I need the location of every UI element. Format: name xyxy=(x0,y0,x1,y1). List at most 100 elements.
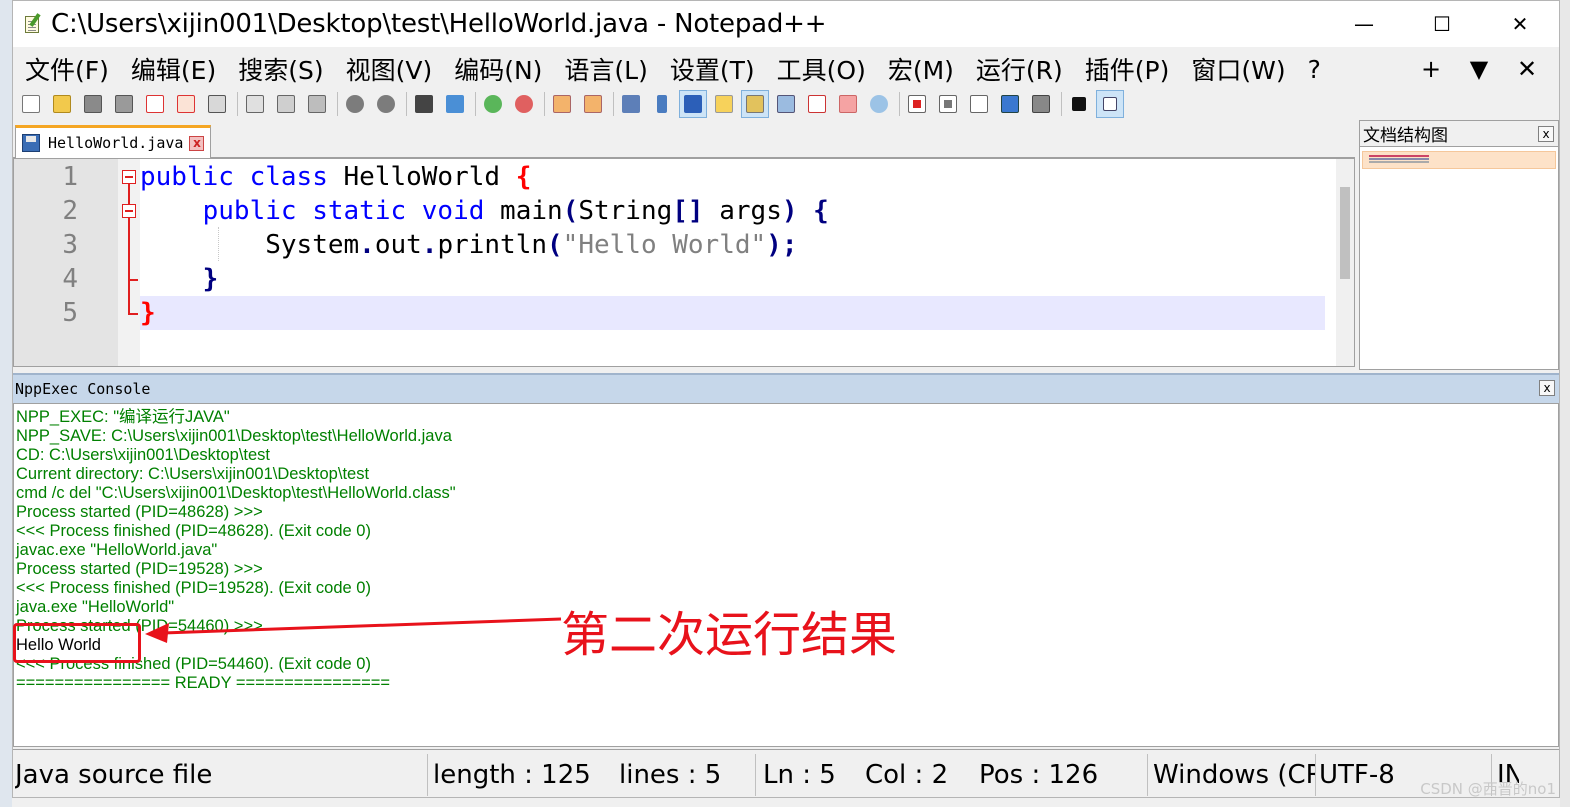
document-map-viewport[interactable] xyxy=(1362,151,1556,169)
print-button[interactable] xyxy=(203,90,231,118)
function-list-icon xyxy=(808,95,826,113)
desktop-background-right xyxy=(1560,0,1570,807)
paste-icon xyxy=(308,95,326,113)
copy-button[interactable] xyxy=(272,90,300,118)
menu-encoding[interactable]: 编码(N) xyxy=(454,51,542,87)
fold-collapse-icon[interactable] xyxy=(122,170,136,184)
menu-settings[interactable]: 设置(T) xyxy=(670,51,755,87)
zoom-out-button[interactable] xyxy=(510,90,538,118)
open-file-button[interactable] xyxy=(48,90,76,118)
menu-search[interactable]: 搜索(S) xyxy=(238,51,323,87)
new-tab-plus-icon[interactable]: + xyxy=(1407,55,1455,83)
nppexec-console-button[interactable] xyxy=(1096,90,1124,118)
cut-button[interactable] xyxy=(241,90,269,118)
status-eol-format[interactable]: Windows (CR LF) xyxy=(1153,750,1315,797)
code-token: String xyxy=(578,196,673,226)
toolbar-separator xyxy=(544,92,545,116)
save-button[interactable] xyxy=(79,90,107,118)
find-button[interactable] xyxy=(410,90,438,118)
title-bar[interactable]: C:\Users\xijin001\Desktop\test\HelloWorl… xyxy=(13,1,1559,47)
close-console-icon[interactable]: x xyxy=(1539,380,1555,396)
minimize-button[interactable]: — xyxy=(1325,1,1403,47)
menu-view[interactable]: 视图(V) xyxy=(346,51,433,87)
word-wrap-icon xyxy=(622,95,640,113)
document-list-button[interactable] xyxy=(772,90,800,118)
desktop-background xyxy=(0,0,12,807)
save-icon xyxy=(84,95,102,113)
line-number-gutter: 1 2 3 4 5 xyxy=(14,159,118,366)
record-macro-button[interactable] xyxy=(903,90,931,118)
function-list-button[interactable] xyxy=(803,90,831,118)
close-all-button[interactable] xyxy=(172,90,200,118)
maximize-button[interactable]: ☐ xyxy=(1403,1,1481,47)
save-macro-button[interactable] xyxy=(1027,90,1055,118)
menu-plugins[interactable]: 插件(P) xyxy=(1085,51,1170,87)
notepadpp-window: C:\Users\xijin001\Desktop\test\HelloWorl… xyxy=(12,0,1560,798)
code-area[interactable]: public class HelloWorld { public static … xyxy=(140,159,1354,366)
code-line: System.out.println("Hello World"); xyxy=(140,228,1354,262)
fold-collapse-icon[interactable] xyxy=(122,204,136,218)
editor-vertical-scrollbar[interactable] xyxy=(1336,159,1354,366)
show-all-chars-button[interactable] xyxy=(648,90,676,118)
run-macro-multiple-button[interactable] xyxy=(996,90,1024,118)
document-map-panel: 文档结构图 x xyxy=(1359,120,1559,370)
undo-button[interactable] xyxy=(341,90,369,118)
menu-tools[interactable]: 工具(O) xyxy=(777,51,866,87)
status-bar: Java source file length : 125 lines : 5 … xyxy=(13,749,1559,797)
console-icon xyxy=(1103,97,1117,111)
indent-guide-button[interactable] xyxy=(679,90,707,118)
notepadpp-app-icon[interactable] xyxy=(23,13,43,35)
code-token: void xyxy=(421,196,485,226)
code-token: main xyxy=(484,196,563,226)
redo-button[interactable] xyxy=(372,90,400,118)
code-token: . xyxy=(421,230,438,260)
menu-edit[interactable]: 编辑(E) xyxy=(131,51,216,87)
stop-icon xyxy=(939,95,957,113)
redo-icon xyxy=(377,95,395,113)
close-tab-icon[interactable]: x xyxy=(189,135,205,151)
console-line: ================ READY ================ xyxy=(16,674,391,692)
menu-language[interactable]: 语言(L) xyxy=(564,51,647,87)
replace-icon xyxy=(446,95,464,113)
status-column: Col : 2 xyxy=(865,760,949,790)
code-token: System xyxy=(265,230,360,260)
menu-macro[interactable]: 宏(M) xyxy=(888,51,954,87)
close-file-button[interactable] xyxy=(141,90,169,118)
word-wrap-button[interactable] xyxy=(617,90,645,118)
tab-label: HelloWorld.java xyxy=(48,134,184,152)
stop-macro-button[interactable] xyxy=(934,90,962,118)
sync-horizontal-button[interactable] xyxy=(579,90,607,118)
status-divider xyxy=(427,754,428,796)
folder-workspace-button[interactable] xyxy=(834,90,862,118)
menu-window[interactable]: 窗口(W) xyxy=(1191,51,1285,87)
sync-vertical-button[interactable] xyxy=(548,90,576,118)
zoom-in-button[interactable] xyxy=(479,90,507,118)
menu-run[interactable]: 运行(R) xyxy=(976,51,1063,87)
annotation-highlight-box xyxy=(13,623,141,663)
document-map-button[interactable] xyxy=(741,90,769,118)
nppexec-console-output[interactable]: NPP_EXEC: "编译运行JAVA" NPP_SAVE: C:\Users\x… xyxy=(13,403,1559,747)
close-document-map-icon[interactable]: x xyxy=(1538,125,1554,142)
document-map-icon xyxy=(746,95,764,113)
code-token: class xyxy=(249,162,328,192)
play-macro-button[interactable] xyxy=(965,90,993,118)
close-document-icon[interactable]: ✕ xyxy=(1503,55,1551,83)
code-line: } xyxy=(140,262,1354,296)
new-file-button[interactable] xyxy=(17,90,45,118)
run-java-button[interactable] xyxy=(1065,90,1093,118)
code-editor[interactable]: 1 2 3 4 5 public class HelloWorld { publ… xyxy=(13,158,1355,367)
menu-file[interactable]: 文件(F) xyxy=(25,51,109,87)
save-all-button[interactable] xyxy=(110,90,138,118)
tab-helloworld-java[interactable]: HelloWorld.java x xyxy=(15,125,211,158)
paste-button[interactable] xyxy=(303,90,331,118)
close-window-button[interactable]: ✕ xyxy=(1481,1,1559,47)
scrollbar-thumb[interactable] xyxy=(1340,187,1350,279)
user-language-button[interactable] xyxy=(710,90,738,118)
monitoring-button[interactable] xyxy=(865,90,893,118)
replace-button[interactable] xyxy=(441,90,469,118)
menu-help[interactable]: ? xyxy=(1308,55,1321,84)
tab-list-dropdown-icon[interactable]: ▼ xyxy=(1455,55,1503,83)
